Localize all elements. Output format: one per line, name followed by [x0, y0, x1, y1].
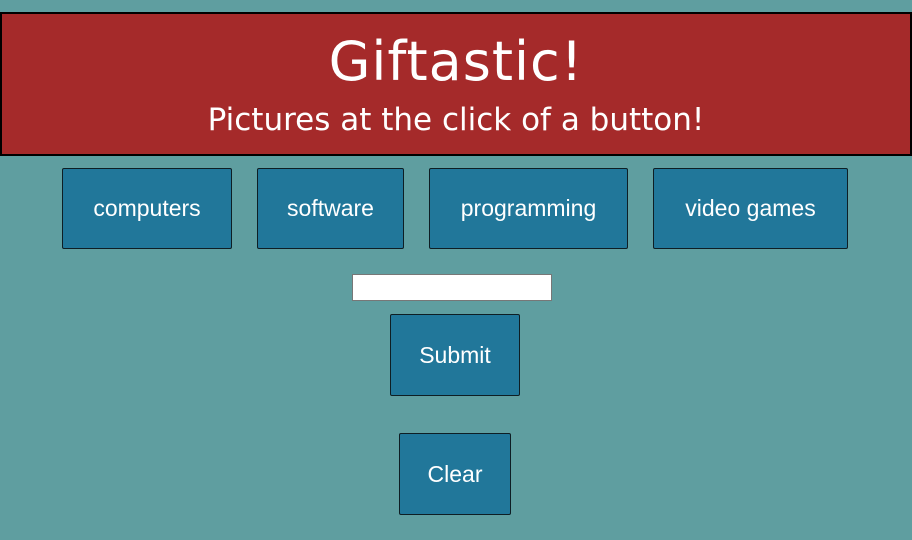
page: Giftastic! Pictures at the click of a bu… — [0, 0, 912, 540]
topic-button-computers[interactable]: computers — [62, 168, 232, 249]
topic-button-software[interactable]: software — [257, 168, 404, 249]
search-input[interactable] — [352, 274, 552, 301]
page-title: Giftastic! — [328, 30, 584, 93]
clear-button[interactable]: Clear — [399, 433, 511, 515]
submit-button[interactable]: Submit — [390, 314, 520, 396]
header-banner: Giftastic! Pictures at the click of a bu… — [0, 12, 912, 156]
topic-button-programming[interactable]: programming — [429, 168, 628, 249]
page-subtitle: Pictures at the click of a button! — [207, 102, 705, 138]
topic-button-video-games[interactable]: video games — [653, 168, 848, 249]
